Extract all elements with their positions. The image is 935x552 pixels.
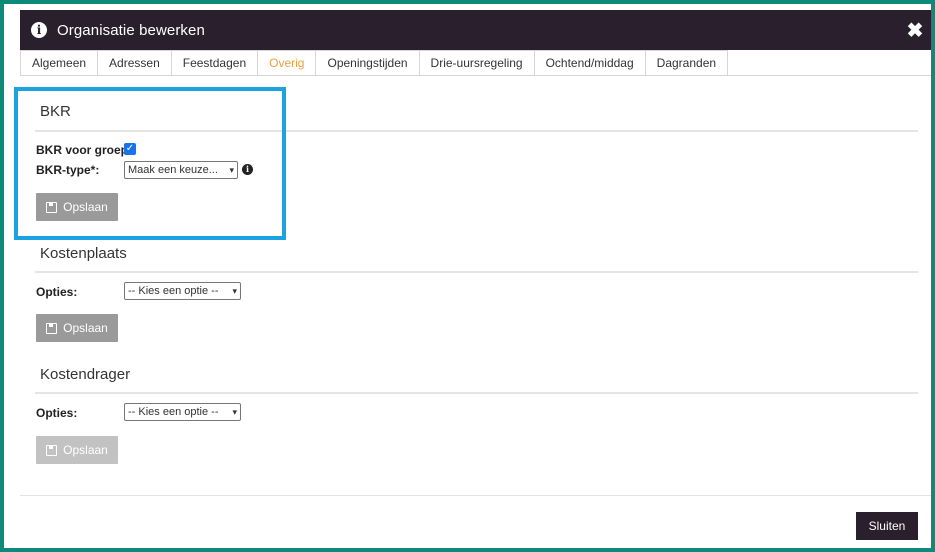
save-icon: [46, 444, 58, 456]
bkr-section-title: BKR: [40, 103, 71, 120]
kostendrager-options-value: -- Kies een optie --: [128, 406, 219, 418]
section-divider: [35, 130, 918, 132]
bkr-type-select[interactable]: Maak een keuze... ▾: [124, 161, 238, 179]
kostenplaats-save-button[interactable]: Opslaan: [36, 314, 118, 342]
footer-divider: [20, 495, 931, 496]
tab-ochtend-middag[interactable]: Ochtend/middag: [533, 50, 646, 75]
info-icon: i: [31, 22, 47, 38]
chevron-down-icon: ▾: [232, 285, 237, 296]
info-icon[interactable]: i: [242, 164, 253, 175]
chevron-down-icon: ▾: [232, 406, 237, 417]
kostenplaats-options-select[interactable]: -- Kies een optie -- ▾: [124, 282, 241, 300]
bkr-type-label: BKR-type*:: [36, 163, 100, 177]
kostenplaats-options-value: -- Kies een optie --: [128, 285, 219, 297]
kostenplaats-section-title: Kostenplaats: [40, 245, 127, 262]
save-icon: [46, 201, 58, 213]
tab-bar: Algemeen Adressen Feestdagen Overig Open…: [20, 50, 931, 76]
close-icon[interactable]: ✖: [899, 10, 931, 50]
kostendrager-options-select[interactable]: -- Kies een optie -- ▾: [124, 403, 241, 421]
tab-feestdagen[interactable]: Feestdagen: [170, 50, 259, 75]
save-button-label: Opslaan: [63, 200, 108, 214]
close-button[interactable]: Sluiten: [856, 512, 918, 540]
section-divider: [35, 392, 918, 394]
bkr-type-value: Maak een keuze...: [128, 164, 218, 176]
tab-openingstijden[interactable]: Openingstijden: [315, 50, 420, 75]
kostendrager-save-button[interactable]: Opslaan: [36, 436, 118, 464]
kostenplaats-options-label: Opties:: [36, 285, 78, 299]
save-button-label: Opslaan: [63, 443, 108, 457]
section-divider: [35, 271, 918, 273]
save-button-label: Opslaan: [63, 321, 108, 335]
tab-adressen[interactable]: Adressen: [97, 50, 172, 75]
dialog-titlebar: i Organisatie bewerken ✖: [20, 10, 931, 50]
tab-dagranden[interactable]: Dagranden: [644, 50, 729, 75]
tab-overig[interactable]: Overig: [257, 50, 317, 75]
tab-algemeen[interactable]: Algemeen: [20, 50, 99, 75]
edit-organisation-dialog: i Organisatie bewerken ✖ Algemeen Adress…: [20, 10, 931, 545]
bkr-group-label: BKR voor groep:: [36, 143, 132, 157]
kostendrager-options-label: Opties:: [36, 406, 78, 420]
save-icon: [46, 322, 58, 334]
dialog-title: Organisatie bewerken: [57, 21, 205, 39]
kostendrager-section-title: Kostendrager: [40, 366, 131, 383]
bkr-group-checkbox[interactable]: ✓: [124, 143, 136, 155]
chevron-down-icon: ▾: [229, 164, 234, 175]
tab-drie-uursregeling[interactable]: Drie-uursregeling: [418, 50, 535, 75]
bkr-save-button[interactable]: Opslaan: [36, 193, 118, 221]
